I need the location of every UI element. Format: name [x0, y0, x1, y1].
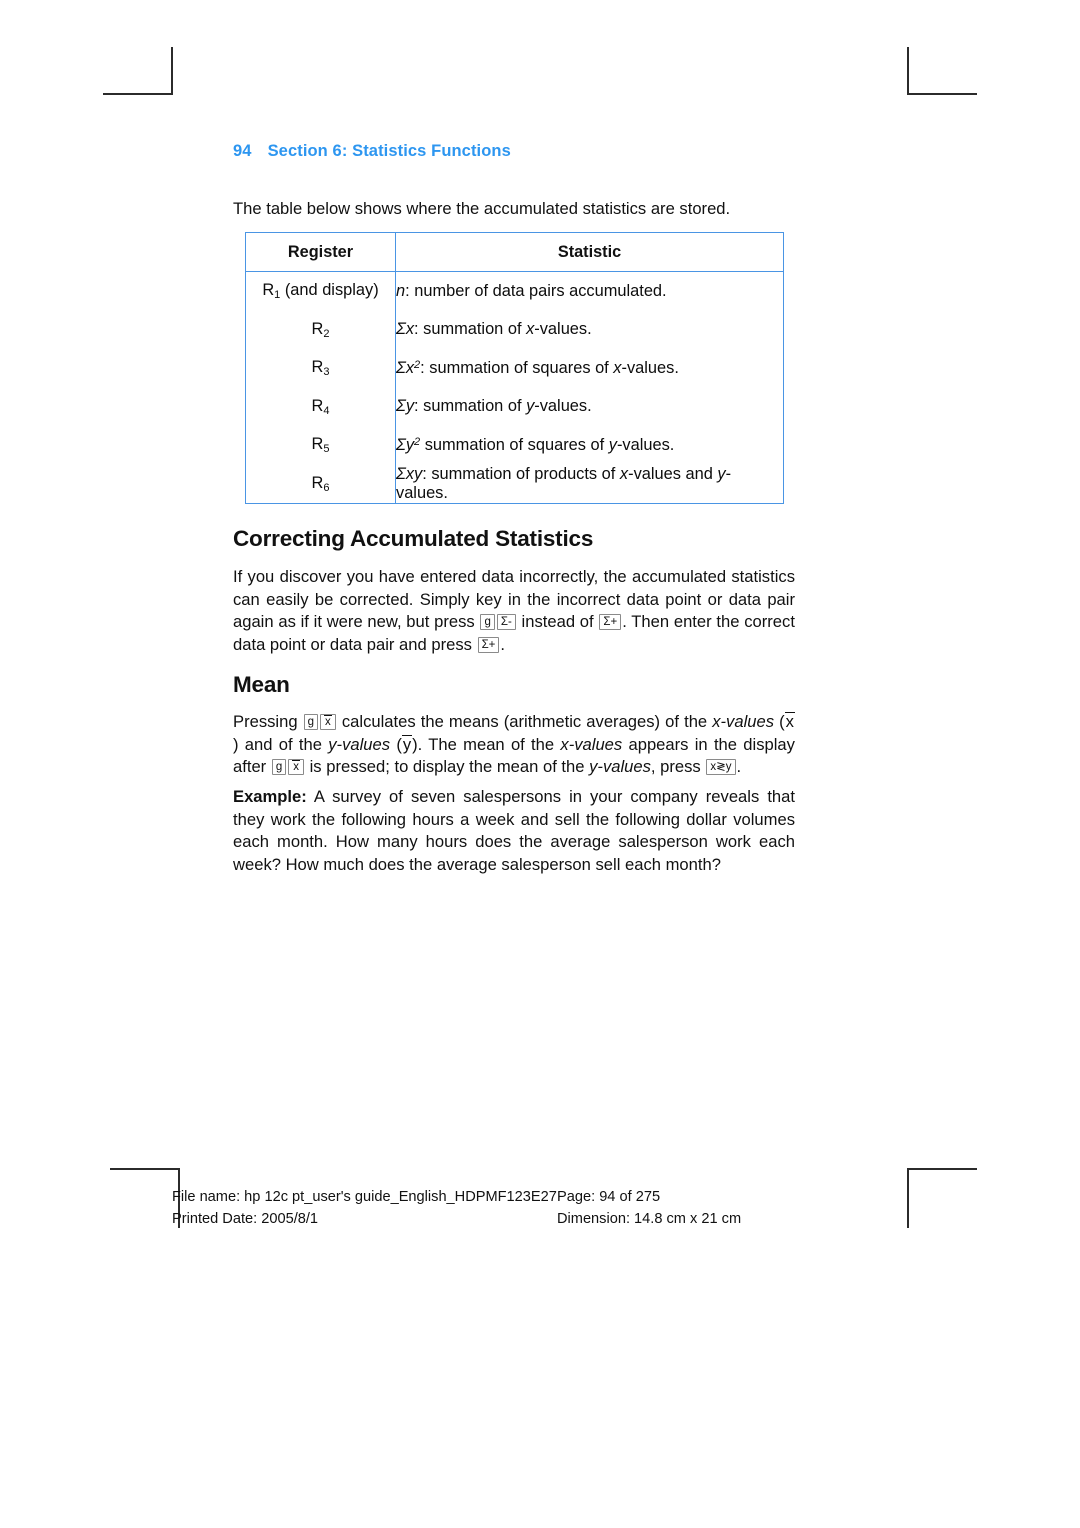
intro-paragraph: The table below shows where the accumula… [233, 199, 731, 218]
table-row: R5 Σy2 summation of squares of y-values. [245, 426, 784, 465]
table-row: R6 Σxy: summation of products of x-values… [245, 464, 784, 504]
footer-row-2: Printed Date: 2005/8/1 Dimension: 14.8 c… [172, 1208, 812, 1230]
footer-dimension: Dimension: 14.8 cm x 21 cm [557, 1211, 742, 1227]
table-cell-register: R1 (and display) [245, 271, 396, 311]
column-header-statistic: Statistic [395, 232, 784, 272]
page-footer: File name: hp 12c pt_user's guide_Englis… [172, 1186, 812, 1230]
y-bar-inline: y [401, 734, 413, 754]
footer-page-of: Page: 94 of 275 [557, 1189, 661, 1205]
crop-mark-bottom-left [110, 1168, 180, 1228]
crop-mark-line-vertical [171, 47, 173, 95]
crop-mark-line-horizontal [907, 93, 977, 95]
calculator-key-sigma-plus[interactable]: Σ+ [599, 614, 622, 631]
table-cell-statistic: Σy2 summation of squares of y-values. [395, 426, 784, 465]
mean-text-8: is pressed; to display the mean of the [309, 757, 585, 777]
footer-row-1: File name: hp 12c pt_user's guide_Englis… [172, 1186, 812, 1208]
section-title: Section 6: Statistics Functions [267, 142, 511, 160]
table-cell-register: R6 [245, 464, 396, 504]
x-bar-glyph-2: x [292, 760, 300, 774]
table-cell-register: R2 [245, 310, 396, 349]
crop-mark-top-right [907, 47, 977, 95]
table-cell-register: R4 [245, 387, 396, 426]
mean-text-1: Pressing [233, 712, 298, 731]
footer-file-name: File name: hp 12c pt_user's guide_Englis… [172, 1189, 557, 1205]
table-cell-statistic: n: number of data pairs accumulated. [395, 271, 784, 311]
table-header-row: Register Statistic [245, 232, 784, 272]
table-cell-register: R3 [245, 349, 396, 388]
table-cell-statistic: Σx2: summation of squares of x-values. [395, 349, 784, 388]
table-row: R4 Σy: summation of y-values. [245, 387, 784, 426]
correcting-text-2: instead of [521, 612, 594, 632]
table-row: R1 (and display) n: number of data pairs … [245, 271, 784, 311]
crop-mark-line-vertical [907, 1168, 909, 1228]
crop-mark-top-left [103, 47, 173, 95]
x-bar-inline-1: x [784, 712, 795, 731]
mean-text-10: . [736, 757, 742, 777]
calculator-key-g-2[interactable]: g [271, 759, 287, 776]
calculator-key-sigma-plus-2[interactable]: Σ+ [477, 636, 500, 653]
calculator-key-x-exchange-y[interactable]: x≷y [706, 759, 736, 776]
mean-text-6: ). The mean of the [412, 734, 555, 754]
example-text: A survey of seven salespersons in your c… [233, 787, 795, 874]
mean-text-9: , press [650, 757, 701, 777]
mean-text-2: calculates the means (arithmetic average… [341, 712, 708, 731]
mean-emphasis-x-values-1: x-values [712, 712, 775, 731]
crop-mark-line-horizontal [907, 1168, 977, 1170]
table-row: R2 Σx: summation of x-values. [245, 310, 784, 349]
running-head: 94 Section 6: Statistics Functions [233, 142, 511, 161]
mean-emphasis-y-values-1: y-values [328, 734, 391, 754]
crop-mark-line-vertical [907, 47, 909, 95]
table-cell-statistic: Σx: summation of x-values. [395, 310, 784, 349]
calculator-key-xbar-1[interactable]: x [320, 714, 336, 730]
x-bar-glyph: x [324, 715, 332, 728]
heading-mean: Mean [233, 672, 290, 697]
calculator-key-g-1[interactable]: g [303, 714, 319, 730]
paragraph-correcting: If you discover you have entered data in… [233, 566, 795, 656]
crop-mark-bottom-right [907, 1168, 977, 1228]
page-number: 94 [233, 142, 252, 160]
mean-emphasis-x-values-2: x-values [560, 734, 623, 754]
column-header-register: Register [245, 232, 396, 272]
table-cell-statistic: Σy: summation of y-values. [395, 387, 784, 426]
example-label: Example: [233, 787, 307, 806]
correcting-text-4: . [500, 634, 506, 654]
calculator-key-sigma-minus[interactable]: Σ- [496, 614, 516, 631]
calculator-key-g[interactable]: g [480, 614, 495, 631]
mean-text-4: ) and of the [233, 734, 322, 754]
accumulated-statistics-table: Register Statistic R1 (and display) n: nu… [245, 232, 784, 504]
crop-mark-line-horizontal [110, 1168, 180, 1170]
crop-mark-line-horizontal [103, 93, 173, 95]
footer-printed-date: Printed Date: 2005/8/1 [172, 1211, 319, 1227]
heading-correcting-accumulated-statistics: Correcting Accumulated Statistics [233, 526, 594, 551]
paragraph-mean: Pressing gx calculates the means (arithm… [233, 711, 795, 779]
calculator-key-xbar-2[interactable]: x [288, 759, 304, 776]
mean-emphasis-y-values-2: y-values [589, 757, 651, 777]
table-row: R3 Σx2: summation of squares of x-values. [245, 349, 784, 388]
paragraph-example: Example: A survey of seven salespersons … [233, 786, 795, 876]
table-cell-register: R5 [245, 426, 396, 465]
table-cell-statistic: Σxy: summation of products of x-values a… [395, 464, 784, 504]
